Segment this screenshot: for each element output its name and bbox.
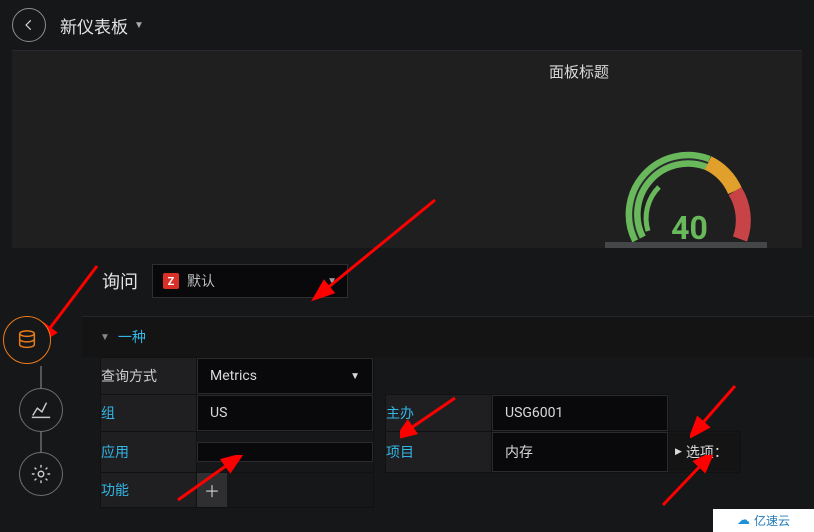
host-input[interactable]: USG6001 [492, 395, 668, 431]
arrow-left-icon [22, 18, 36, 32]
add-function-button[interactable]: ＋ [197, 473, 227, 507]
caret-right-icon: ▶ [675, 447, 682, 457]
datasource-select[interactable]: Z 默认 ▼ [152, 264, 348, 298]
back-button[interactable] [12, 8, 46, 42]
chevron-down-icon: ▼ [100, 332, 110, 343]
query-letter: 一种 [118, 327, 146, 347]
tab-visualization[interactable] [19, 388, 63, 432]
query-label: 询问 [102, 268, 138, 294]
query-form: 查询方式 Metrics ▼ 组 US 主办 USG6001 应用 [100, 357, 741, 508]
application-input[interactable] [197, 442, 373, 462]
query-mode-value: Metrics [210, 368, 257, 384]
gauge: 40 [612, 139, 767, 269]
editor-tabstrip [0, 258, 82, 508]
gear-icon [30, 463, 52, 485]
chevron-down-icon: ▼ [327, 276, 337, 287]
query-mode-label: 查询方式 [101, 358, 197, 395]
group-input[interactable]: US [197, 395, 373, 431]
query-collapse-header[interactable]: ▼ 一种 [82, 316, 814, 357]
zabbix-badge-icon: Z [163, 273, 179, 289]
datasource-name: 默认 [187, 271, 319, 291]
chevron-down-icon: ▼ [350, 371, 360, 382]
item-label[interactable]: 项目 [386, 432, 492, 473]
item-input[interactable]: 内存 [492, 432, 668, 472]
chart-icon [30, 399, 52, 421]
dashboard-picker[interactable]: 新仪表板 ▼ [60, 13, 144, 38]
watermark-text: 亿速云 [754, 512, 790, 529]
cloud-logo-icon: ☁ [737, 513, 750, 528]
scrollbar[interactable] [605, 242, 767, 248]
host-label[interactable]: 主办 [386, 395, 492, 432]
panel: 面板标题 40 [12, 50, 802, 248]
group-label[interactable]: 组 [101, 395, 197, 432]
options-label: 选项： [686, 442, 728, 462]
query-mode-select[interactable]: Metrics ▼ [197, 358, 373, 394]
database-icon [16, 329, 38, 351]
watermark: ☁ 亿速云 [713, 509, 814, 532]
functions-label[interactable]: 功能 [101, 473, 197, 508]
dashboard-title: 新仪表板 [60, 13, 128, 38]
panel-title: 面板标题 [549, 61, 609, 82]
application-label[interactable]: 应用 [101, 432, 197, 473]
panel-title-wrap: 面板标题 [184, 51, 814, 82]
chevron-down-icon: ▼ [134, 20, 144, 31]
tab-query[interactable] [3, 316, 51, 364]
tab-general[interactable] [19, 452, 63, 496]
options-toggle[interactable]: ▶ 选项： [669, 433, 740, 471]
